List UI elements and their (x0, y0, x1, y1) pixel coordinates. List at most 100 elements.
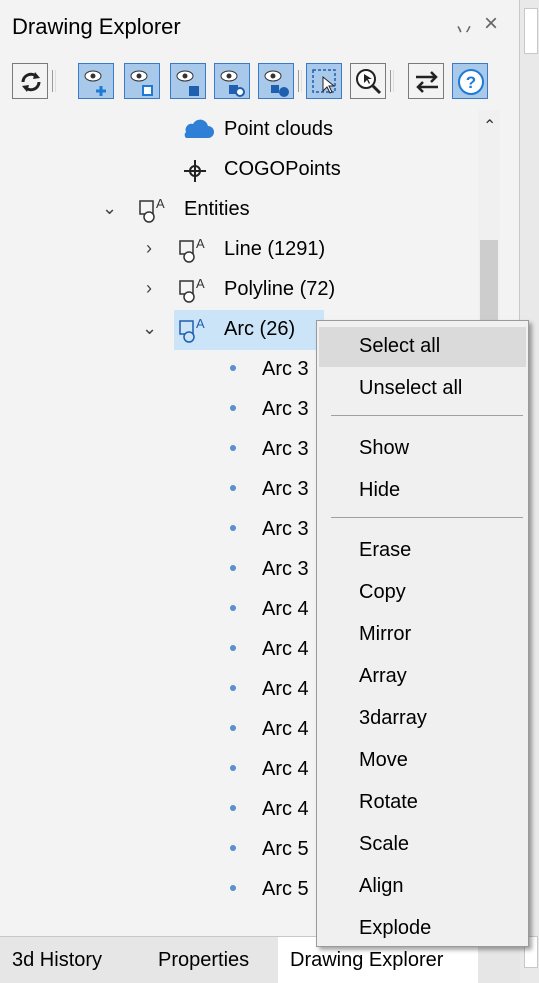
menu-item-select-all[interactable]: Select all (319, 327, 526, 367)
menu-item-copy[interactable]: Copy (317, 573, 528, 613)
zoom-select-button[interactable] (350, 63, 386, 99)
tree-item-polyline[interactable]: › A Polyline (72) (0, 270, 480, 310)
menu-item-hide[interactable]: Hide (317, 471, 528, 511)
menu-item-label: Move (359, 749, 408, 771)
chevron-down-icon[interactable]: ⌄ (142, 318, 157, 339)
tree-item-entities[interactable]: ⌄ A Entities (0, 190, 480, 230)
bullet-icon (230, 805, 236, 811)
adjacent-pane-tab[interactable] (524, 8, 538, 54)
bullet-icon (230, 725, 236, 731)
bullet-icon (230, 525, 236, 531)
tree-child-label: Arc 4 (262, 598, 309, 620)
entities-icon: A (139, 196, 165, 223)
bullet-icon (230, 445, 236, 451)
show-solid-button[interactable] (170, 63, 206, 99)
tree-item-cogopoints[interactable]: COGOPoints (0, 150, 480, 190)
tree-child-label: Arc 4 (262, 718, 309, 740)
pin-icon[interactable]: 丷 (454, 14, 474, 43)
menu-item-label: Unselect all (359, 377, 463, 399)
menu-item-label: 3darray (359, 707, 427, 729)
menu-item-scale[interactable]: Scale (317, 825, 528, 865)
eye-gear-icon (220, 70, 245, 97)
tree-item-label: Arc (26) (224, 318, 296, 340)
menu-item-label: Copy (359, 581, 406, 603)
tree-child-label: Arc 4 (262, 638, 309, 660)
menu-item-label: Select all (359, 335, 441, 357)
tree-item-label: Point clouds (224, 118, 333, 140)
menu-item-show[interactable]: Show (317, 429, 528, 469)
toolbar-separator (390, 70, 394, 92)
panel-title: Drawing Explorer (12, 14, 181, 39)
tree-child-label: Arc 4 (262, 798, 309, 820)
bullet-icon (230, 565, 236, 571)
tree-item-label: Entities (184, 198, 250, 220)
tab-label: 3d History (12, 949, 103, 971)
tree-child-label: Arc 4 (262, 758, 309, 780)
menu-item-3darray[interactable]: 3darray (317, 699, 528, 739)
bullet-icon (230, 845, 236, 851)
bullet-icon (230, 765, 236, 771)
svg-text:A: A (196, 276, 205, 291)
cloud-icon (184, 119, 214, 138)
menu-item-label: Explode (359, 917, 432, 939)
chevron-right-icon[interactable]: › (146, 278, 152, 299)
bullet-icon (230, 485, 236, 491)
menu-item-array[interactable]: Array (317, 657, 528, 697)
menu-item-label: Array (359, 665, 407, 687)
tree-child-label: Arc 3 (262, 438, 309, 460)
show-outline-button[interactable] (124, 63, 160, 99)
refresh-button[interactable] (12, 63, 48, 99)
bullet-icon (230, 605, 236, 611)
tree-item-line[interactable]: › A Line (1291) (0, 230, 480, 270)
help-icon: ? (458, 69, 484, 95)
eye-square-outline-icon (130, 70, 153, 96)
tree-child-label: Arc 3 (262, 558, 309, 580)
menu-item-explode[interactable]: Explode (317, 909, 528, 949)
tree-item-label: COGOPoints (224, 158, 341, 180)
svg-text:A: A (156, 196, 165, 211)
chevron-right-icon[interactable]: › (146, 238, 152, 259)
swap-button[interactable] (408, 63, 444, 99)
svg-text:A: A (196, 236, 205, 251)
entities-icon: A (179, 236, 205, 263)
select-window-button[interactable] (306, 63, 342, 99)
help-button[interactable]: ? (452, 63, 488, 99)
menu-item-move[interactable]: Move (317, 741, 528, 781)
menu-item-label: Hide (359, 479, 401, 501)
bullet-icon (230, 645, 236, 651)
menu-item-mirror[interactable]: Mirror (317, 615, 528, 655)
tab-label: Drawing Explorer (290, 949, 444, 971)
refresh-icon (21, 72, 41, 92)
scroll-up-icon[interactable]: ⌃ (483, 116, 496, 136)
chevron-down-icon[interactable]: ⌄ (102, 198, 117, 219)
menu-separator (331, 517, 523, 518)
tab-properties[interactable]: Properties (146, 937, 274, 983)
tree-item-point-clouds[interactable]: Point clouds (0, 110, 480, 150)
menu-item-erase[interactable]: Erase (317, 531, 528, 571)
show-add-button[interactable] (78, 63, 114, 99)
tree-item-label: Polyline (72) (224, 278, 336, 300)
menu-item-unselect-all[interactable]: Unselect all (317, 369, 528, 409)
tree-item-label: Line (1291) (224, 238, 326, 260)
tab-3d-history[interactable]: 3d History (0, 937, 140, 983)
crosshair-icon (184, 160, 206, 182)
menu-item-label: Mirror (359, 623, 412, 645)
bullet-icon (230, 405, 236, 411)
menu-separator (331, 415, 523, 416)
eye-square-filled-icon (176, 70, 199, 96)
bullet-icon (230, 885, 236, 891)
menu-item-label: Scale (359, 833, 410, 855)
menu-item-rotate[interactable]: Rotate (317, 783, 528, 823)
tree-child-label: Arc 4 (262, 678, 309, 700)
tree-child-label: Arc 3 (262, 478, 309, 500)
bullet-icon (230, 365, 236, 371)
tree-child-label: Arc 3 (262, 518, 309, 540)
toolbar-separator (298, 70, 302, 92)
menu-item-align[interactable]: Align (317, 867, 528, 907)
show-rotated-button[interactable] (214, 63, 250, 99)
toolbar-separator (52, 70, 56, 92)
entities-icon: A (179, 276, 205, 303)
show-filled-button[interactable] (258, 63, 294, 99)
close-icon[interactable]: × (484, 10, 498, 38)
menu-item-label: Erase (359, 539, 412, 561)
